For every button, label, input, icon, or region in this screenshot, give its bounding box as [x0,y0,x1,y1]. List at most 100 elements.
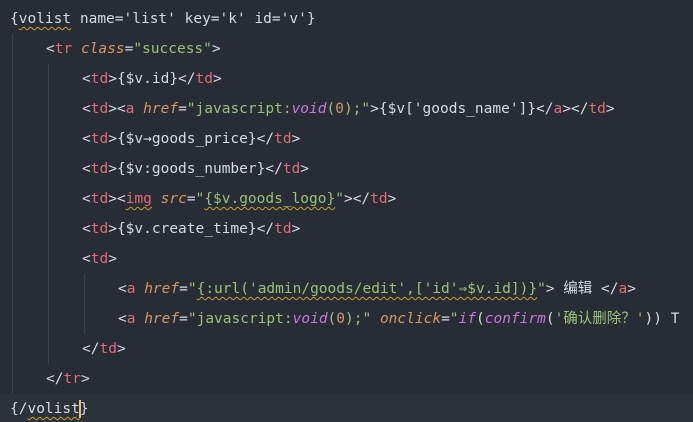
code-token-tag: td [90,101,109,117]
code-token-string: " [449,311,459,327]
code-token-text: 编辑 [554,281,601,297]
code-line[interactable]: <td><img src="{$v.goods_logo}"></td> [0,184,693,214]
code-line[interactable]: </tr> [0,364,693,394]
code-token-punct: < [82,191,91,207]
code-line-content: <td>{$v→goods_price}</td> [10,131,300,147]
indent-guide [12,64,13,94]
indent-guide [12,154,13,184]
code-token-punct: < [46,41,55,57]
code-token-punct: < [118,281,127,297]
code-line[interactable]: <td>{$v.create_time}</td> [0,214,693,244]
code-line-current[interactable]: {/volist} [0,394,693,422]
code-token-tag: tr [63,371,81,387]
indent-guide [12,244,13,274]
code-token-punct: ( [476,311,485,327]
indent-guide [48,94,49,124]
code-token-punct: ( [545,311,555,327]
indent-guide [12,334,13,364]
indent-guide [12,274,13,304]
code-token-punct: > [545,281,555,297]
code-token-punct: < [82,251,91,267]
code-token-tag: td [195,71,213,87]
code-line-content: <td> [10,251,117,267]
code-token-punct: < [118,311,127,327]
code-token-punct: > [211,41,221,57]
code-token-string: " [195,191,205,207]
code-line[interactable]: <td>{$v:goods_number}</td> [0,154,693,184]
code-token-string: {:url('admin/goods/edit',['id'⇒$v.id])} [196,281,538,297]
code-token-attr: href [143,101,179,117]
code-token-punct: > [116,341,126,357]
indent-guide [48,244,49,274]
code-line[interactable]: <td>{$v→goods_price}</td> [0,124,693,154]
code-token-tag: td [90,251,109,267]
indent-guide [12,94,13,124]
indent-guide [12,124,13,154]
code-line[interactable]: <a href="javascript:void(0);" onclick="i… [0,304,693,334]
code-token-punct: < [116,101,126,117]
code-editor[interactable]: {volist name='list' key='k' id='v'} <tr c… [0,0,693,422]
code-token-num: 0 [335,101,344,117]
indent-guide [48,124,49,154]
code-token-punct: </ [46,371,64,387]
indent-guide [12,214,13,244]
code-token-tag: td [588,101,606,117]
code-token-punct: > [291,221,301,237]
indent-guide [48,184,49,214]
code-token-punct: > [343,191,353,207]
code-line-content: </td> [10,341,126,357]
code-token-punct: </ [570,101,589,117]
code-token-tag: td [274,131,292,147]
code-token-string: "javascript: [187,311,293,327]
code-line-content: {volist name='list' key='k' id='v'} [10,11,316,27]
code-token-func: void [291,101,327,117]
code-token-punct: = [186,191,196,207]
code-line[interactable]: {volist name='list' key='k' id='v'} [0,4,693,34]
indent-guide [48,334,49,364]
code-token-string: );" [345,311,372,327]
code-token-tag: td [370,191,388,207]
code-line[interactable]: <a href="{:url('admin/goods/edit',['id'⇒… [0,274,693,304]
code-token-string: "javascript: [186,101,292,117]
code-line-content: <td>{$v:goods_number}</td> [10,161,309,177]
code-line[interactable]: <tr class="success"> [0,34,693,64]
code-token-punct: > [605,101,615,117]
code-token-punct: > [108,71,117,87]
code-token-punct: = [179,311,188,327]
indent-guide [84,304,85,334]
code-line-content: <td>{$v.create_time}</td> [10,221,300,237]
code-token-punct: > [291,131,301,147]
indent-guide [48,214,49,244]
indent-guide [84,274,85,304]
code-token-tag: td [90,221,109,237]
indent-guide [12,364,13,394]
code-token-attr: href [144,281,180,297]
code-token-num: 0 [336,311,346,327]
code-token-punct: </ [265,161,283,177]
code-token-punct: } [79,401,89,417]
code-line[interactable]: </td> [0,334,693,364]
code-token-attr: onclick [379,311,442,327]
code-line-content: <td>{$v.id}</td> [10,71,222,87]
code-token-string: " [537,281,546,297]
code-token-punct: </ [352,191,371,207]
code-token-string: );" [343,101,371,117]
code-token-punct: < [82,101,91,117]
code-token-punct: < [82,131,91,147]
code-line-content: <td><img src="{$v.goods_logo}"></td> [10,191,396,207]
code-line[interactable]: <td>{$v.id}</td> [0,64,693,94]
code-line[interactable]: <td><a href="javascript:void(0);">{$v['g… [0,94,693,124]
code-token-attr: class [80,41,125,57]
code-token-punct: > [80,371,90,387]
code-token-punct: </ [82,341,100,357]
code-token-attr: href [144,311,180,327]
code-line-content: </tr> [10,371,90,387]
code-line-content: <tr class="success"> [10,41,221,57]
code-line[interactable]: <td> [0,244,693,274]
code-token-tag: td [90,71,109,87]
code-token-string: " [187,281,197,297]
code-token-punct: </ [256,131,275,147]
code-token-text: {$v.create_time} [116,221,257,237]
